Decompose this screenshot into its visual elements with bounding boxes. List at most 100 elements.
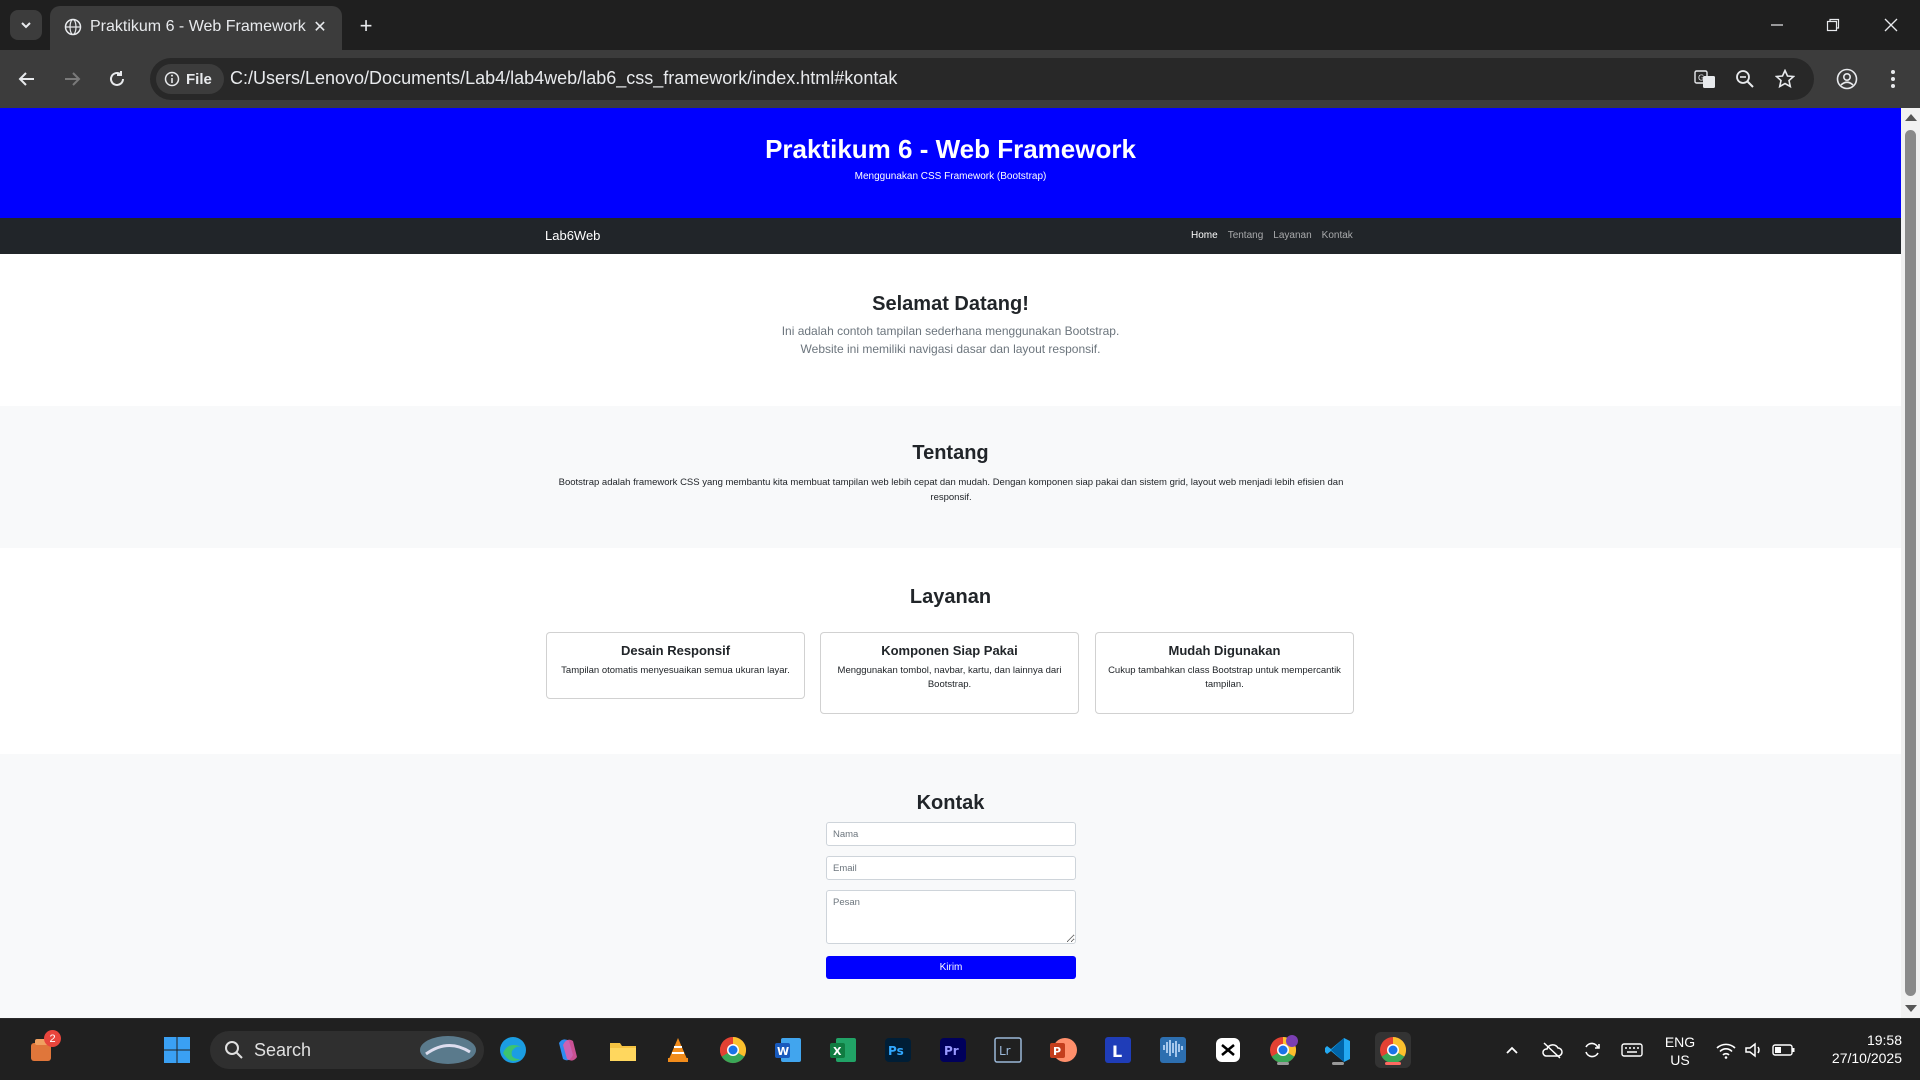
globe-icon xyxy=(64,18,82,36)
browser-tab[interactable]: Praktikum 6 - Web Framework ✕ xyxy=(50,6,342,50)
region-code: US xyxy=(1670,1052,1690,1068)
nav-link-kontak[interactable]: Kontak xyxy=(1322,230,1353,241)
vscode-icon[interactable] xyxy=(1320,1032,1356,1068)
email-input[interactable] xyxy=(826,856,1076,880)
star-bookmark-icon[interactable] xyxy=(1772,66,1798,92)
page-scrollbar[interactable] xyxy=(1901,108,1920,1018)
chrome-icon[interactable] xyxy=(715,1032,751,1068)
minimize-icon[interactable] xyxy=(1762,10,1792,40)
keyboard-icon[interactable] xyxy=(1620,1038,1644,1062)
svg-text:Lr: Lr xyxy=(999,1044,1011,1058)
tab-title: Praktikum 6 - Web Framework xyxy=(90,18,306,35)
svg-text:W: W xyxy=(777,1045,789,1058)
zoom-icon[interactable] xyxy=(1732,66,1758,92)
sync-icon[interactable] xyxy=(1580,1038,1604,1062)
clock-time: 19:58 xyxy=(1866,1032,1902,1048)
new-tab-button[interactable]: + xyxy=(352,12,380,40)
service-card-text: Menggunakan tombol, navbar, kartu, dan l… xyxy=(837,665,1062,690)
service-card-title: Mudah Digunakan xyxy=(1168,643,1281,658)
search-highlight-icon xyxy=(420,1036,476,1064)
cloud-off-icon[interactable] xyxy=(1540,1038,1564,1062)
forward-arrow-icon[interactable] xyxy=(57,64,87,94)
nav-link-home[interactable]: Home xyxy=(1191,230,1218,241)
services-heading: Layanan xyxy=(909,586,992,608)
welcome-text-line2: Website ini memiliki navigasi dasar dan … xyxy=(800,342,1101,356)
close-window-icon[interactable] xyxy=(1876,10,1906,40)
powerpoint-icon[interactable]: P xyxy=(1045,1032,1081,1068)
service-card: Komponen Siap Pakai Menggunakan tombol, … xyxy=(820,632,1079,714)
l-app-icon[interactable]: L xyxy=(1100,1032,1136,1068)
word-icon[interactable]: W xyxy=(770,1032,806,1068)
scrollbar-thumb[interactable] xyxy=(1905,130,1916,996)
clock[interactable]: 19:58 27/10/2025 xyxy=(1808,1031,1902,1067)
nav-link-tentang[interactable]: Tentang xyxy=(1228,230,1264,241)
svg-text:L: L xyxy=(1112,1042,1122,1061)
volume-icon[interactable] xyxy=(1742,1038,1766,1062)
close-tab-icon[interactable]: ✕ xyxy=(310,17,330,37)
browser-toolbar: File C:/Users/Lenovo/Documents/Lab4/lab4… xyxy=(0,50,1920,108)
battery-icon[interactable] xyxy=(1772,1038,1796,1062)
premiere-icon[interactable]: Pr xyxy=(935,1032,971,1068)
running-indicator xyxy=(1332,1062,1344,1065)
navbar-brand[interactable]: Lab6Web xyxy=(545,228,600,243)
message-textarea[interactable] xyxy=(826,890,1076,944)
widgets-badge: 2 xyxy=(44,1030,61,1047)
photoshop-icon[interactable]: Ps xyxy=(880,1032,916,1068)
service-card: Mudah Digunakan Cukup tambahkan class Bo… xyxy=(1095,632,1354,714)
chevron-down-icon xyxy=(21,22,31,29)
input-language[interactable]: ENG US xyxy=(1660,1033,1700,1069)
svg-text:Pr: Pr xyxy=(944,1044,959,1058)
url-text[interactable]: C:/Users/Lenovo/Documents/Lab4/lab4web/l… xyxy=(230,68,897,89)
kebab-menu-icon[interactable] xyxy=(1878,64,1908,94)
file-explorer-icon[interactable] xyxy=(605,1032,641,1068)
page-title: Praktikum 6 - Web Framework xyxy=(765,134,1136,164)
translate-icon[interactable]: G xyxy=(1692,66,1718,92)
vlc-icon[interactable] xyxy=(660,1032,696,1068)
audio-app-icon[interactable] xyxy=(1155,1032,1191,1068)
excel-icon[interactable]: X xyxy=(825,1032,861,1068)
search-label: Search xyxy=(254,1040,312,1060)
start-windows-icon[interactable] xyxy=(159,1032,195,1068)
submit-button[interactable]: Kirim xyxy=(826,956,1076,979)
taskbar-search-box[interactable]: Search xyxy=(210,1031,484,1069)
lightroom-icon[interactable]: Lr xyxy=(990,1032,1026,1068)
windows-taskbar: 2 Search W X Ps Pr Lr P L ENG US 19:58 2… xyxy=(0,1018,1920,1080)
contact-heading: Kontak xyxy=(916,792,985,814)
address-bar[interactable]: File C:/Users/Lenovo/Documents/Lab4/lab4… xyxy=(150,58,1814,100)
restore-icon[interactable] xyxy=(1818,10,1848,40)
name-input[interactable] xyxy=(826,822,1076,846)
chrome-active-icon[interactable] xyxy=(1375,1032,1411,1068)
scroll-up-arrow-icon[interactable] xyxy=(1905,114,1917,121)
profile-icon[interactable] xyxy=(1832,64,1862,94)
scroll-down-arrow-icon[interactable] xyxy=(1905,1005,1917,1012)
service-card: Desain Responsif Tampilan otomatis menye… xyxy=(546,632,805,699)
service-card-text: Cukup tambahkan class Bootstrap untuk me… xyxy=(1108,665,1341,690)
service-card-title: Desain Responsif xyxy=(620,643,731,658)
welcome-heading: Selamat Datang! xyxy=(872,293,1029,315)
capcut-icon[interactable] xyxy=(1210,1032,1246,1068)
services-section: Layanan Desain Responsif Tampilan otomat… xyxy=(0,548,1901,754)
search-icon xyxy=(225,1041,243,1059)
svg-text:X: X xyxy=(833,1045,842,1058)
hero-header: Praktikum 6 - Web Framework Menggunakan … xyxy=(0,108,1901,218)
svg-text:P: P xyxy=(1053,1045,1061,1058)
active-indicator xyxy=(1385,1062,1401,1065)
chrome-profile-icon[interactable] xyxy=(1265,1032,1301,1068)
browser-tab-bar: Praktikum 6 - Web Framework ✕ + xyxy=(0,0,1920,50)
tab-search-button[interactable] xyxy=(10,10,42,40)
welcome-section: Selamat Datang! Ini adalah contoh tampil… xyxy=(0,254,1901,406)
page-viewport: Praktikum 6 - Web Framework Menggunakan … xyxy=(0,108,1901,1018)
reload-icon[interactable] xyxy=(102,64,132,94)
widgets-icon[interactable]: 2 xyxy=(24,1030,61,1068)
page-subtitle: Menggunakan CSS Framework (Bootstrap) xyxy=(854,171,1047,182)
site-info-chip[interactable]: File xyxy=(156,64,224,94)
copilot-icon[interactable] xyxy=(550,1032,586,1068)
wifi-icon[interactable] xyxy=(1714,1038,1738,1062)
edge-browser-icon[interactable] xyxy=(495,1032,531,1068)
nav-links: Home Tentang Layanan Kontak xyxy=(1191,230,1353,241)
chevron-up-icon[interactable] xyxy=(1500,1038,1524,1062)
nav-link-layanan[interactable]: Layanan xyxy=(1273,230,1311,241)
back-arrow-icon[interactable] xyxy=(12,64,42,94)
svg-text:G: G xyxy=(1698,74,1704,83)
svg-text:Ps: Ps xyxy=(888,1044,904,1058)
